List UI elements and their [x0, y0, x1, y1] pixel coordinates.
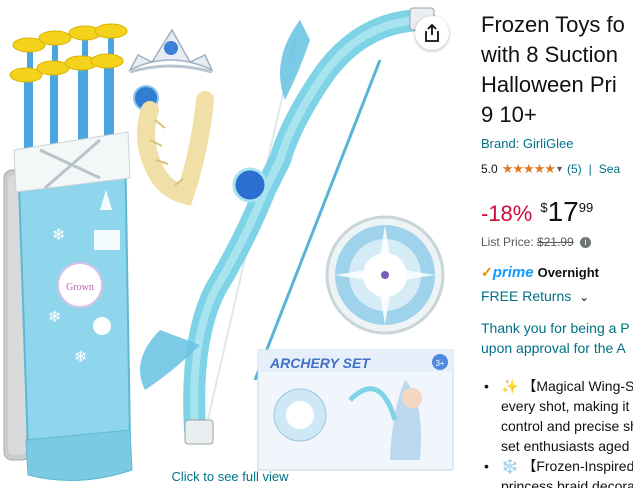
see-full-view-link[interactable]: Click to see full view [150, 469, 310, 484]
separator: | [588, 162, 592, 176]
svg-text:❄: ❄ [48, 309, 61, 326]
product-info-panel: Frozen Toys fo with 8 Suction Halloween … [481, 0, 633, 488]
promo-line: Thank you for being a P [481, 320, 630, 336]
product-image-gallery[interactable]: Grown ❄ ❄ ❄ ARCHERY SET 3+ Click to see … [0, 0, 472, 488]
title-line: 9 10+ [481, 102, 537, 127]
chevron-down-icon: ⌄ [579, 290, 590, 304]
bullet-text: set enthusiasts aged [501, 438, 630, 454]
tiara [128, 28, 214, 74]
share-icon [425, 24, 439, 42]
delivery-speed: Overnight [537, 265, 599, 280]
title-line: Frozen Toys fo [481, 12, 625, 37]
search-page-link[interactable]: Sea [599, 162, 620, 176]
braid-accessory [133, 85, 214, 206]
discount-percent: -18% [481, 201, 533, 226]
bullet-text: every shot, making it [501, 398, 630, 414]
feature-bullets: • ✨ 【Magical Wing-S every shot, making i… [481, 376, 633, 488]
brand-link[interactable]: Brand: GirliGlee [481, 136, 573, 151]
prime-delivery[interactable]: ✓ prime Overnight [481, 264, 599, 281]
list-price-value: $21.99 [537, 235, 574, 249]
list-price: List Price: $21.99 i [481, 235, 592, 249]
bullet-dot: • [484, 458, 489, 474]
promo-line: upon approval for the A [481, 340, 626, 356]
sparkle-icon: ✨ [501, 378, 519, 394]
info-icon[interactable]: i [580, 237, 592, 249]
list-price-label: List Price: [481, 235, 534, 249]
rating-count-link[interactable]: (5) [567, 162, 582, 176]
credit-card-promo[interactable]: Thank you for being a P upon approval fo… [481, 318, 630, 358]
quiver-logo: Grown [66, 282, 94, 293]
product-title[interactable]: Frozen Toys fo with 8 Suction Halloween … [481, 10, 625, 130]
returns-label: FREE Returns [481, 288, 572, 304]
chevron-down-icon[interactable]: ▾ [557, 164, 562, 175]
product-box: ARCHERY SET 3+ [257, 349, 454, 471]
prime-check-icon: ✓ [481, 264, 493, 280]
bullet-text: 【Frozen-Inspired [522, 458, 633, 474]
snowflake-icon: ❄️ [501, 458, 519, 474]
free-returns-link[interactable]: FREE Returns ⌄ [481, 288, 589, 304]
rating-row: 5.0 ★★★★★ ▾ (5) | Sea [481, 161, 620, 177]
target-board [325, 215, 445, 335]
title-line: with 8 Suction [481, 42, 618, 67]
quiver: Grown ❄ ❄ ❄ [13, 131, 133, 481]
bullet-text: control and precise sh [501, 418, 633, 434]
star-rating-icon[interactable]: ★★★★★ [502, 161, 556, 177]
price-symbol: $ [540, 200, 548, 215]
rating-value: 5.0 [481, 162, 498, 176]
bullet-dot: • [484, 378, 489, 394]
box-age-badge: 3+ [435, 359, 444, 368]
box-logo: ARCHERY SET [269, 355, 371, 371]
feature-bullet: • ✨ 【Magical Wing-S every shot, making i… [481, 376, 633, 456]
bullet-text: 【Magical Wing-S [522, 378, 633, 394]
share-button[interactable] [415, 16, 449, 50]
price-whole: 17 [547, 196, 579, 227]
title-line: Halloween Pri [481, 72, 617, 97]
svg-text:❄: ❄ [52, 227, 65, 244]
price-fraction: 99 [578, 200, 594, 215]
current-price: $ 17 99 [540, 197, 593, 227]
prime-logo: prime [492, 264, 534, 281]
svg-text:❄: ❄ [74, 349, 87, 366]
product-main-image[interactable]: Grown ❄ ❄ ❄ ARCHERY SET 3+ [0, 0, 472, 488]
price-row: -18% $ 17 99 [481, 197, 593, 227]
bullet-text: princess braid decora [501, 478, 633, 488]
feature-bullet: • ❄️ 【Frozen-Inspired princess braid dec… [481, 456, 633, 488]
